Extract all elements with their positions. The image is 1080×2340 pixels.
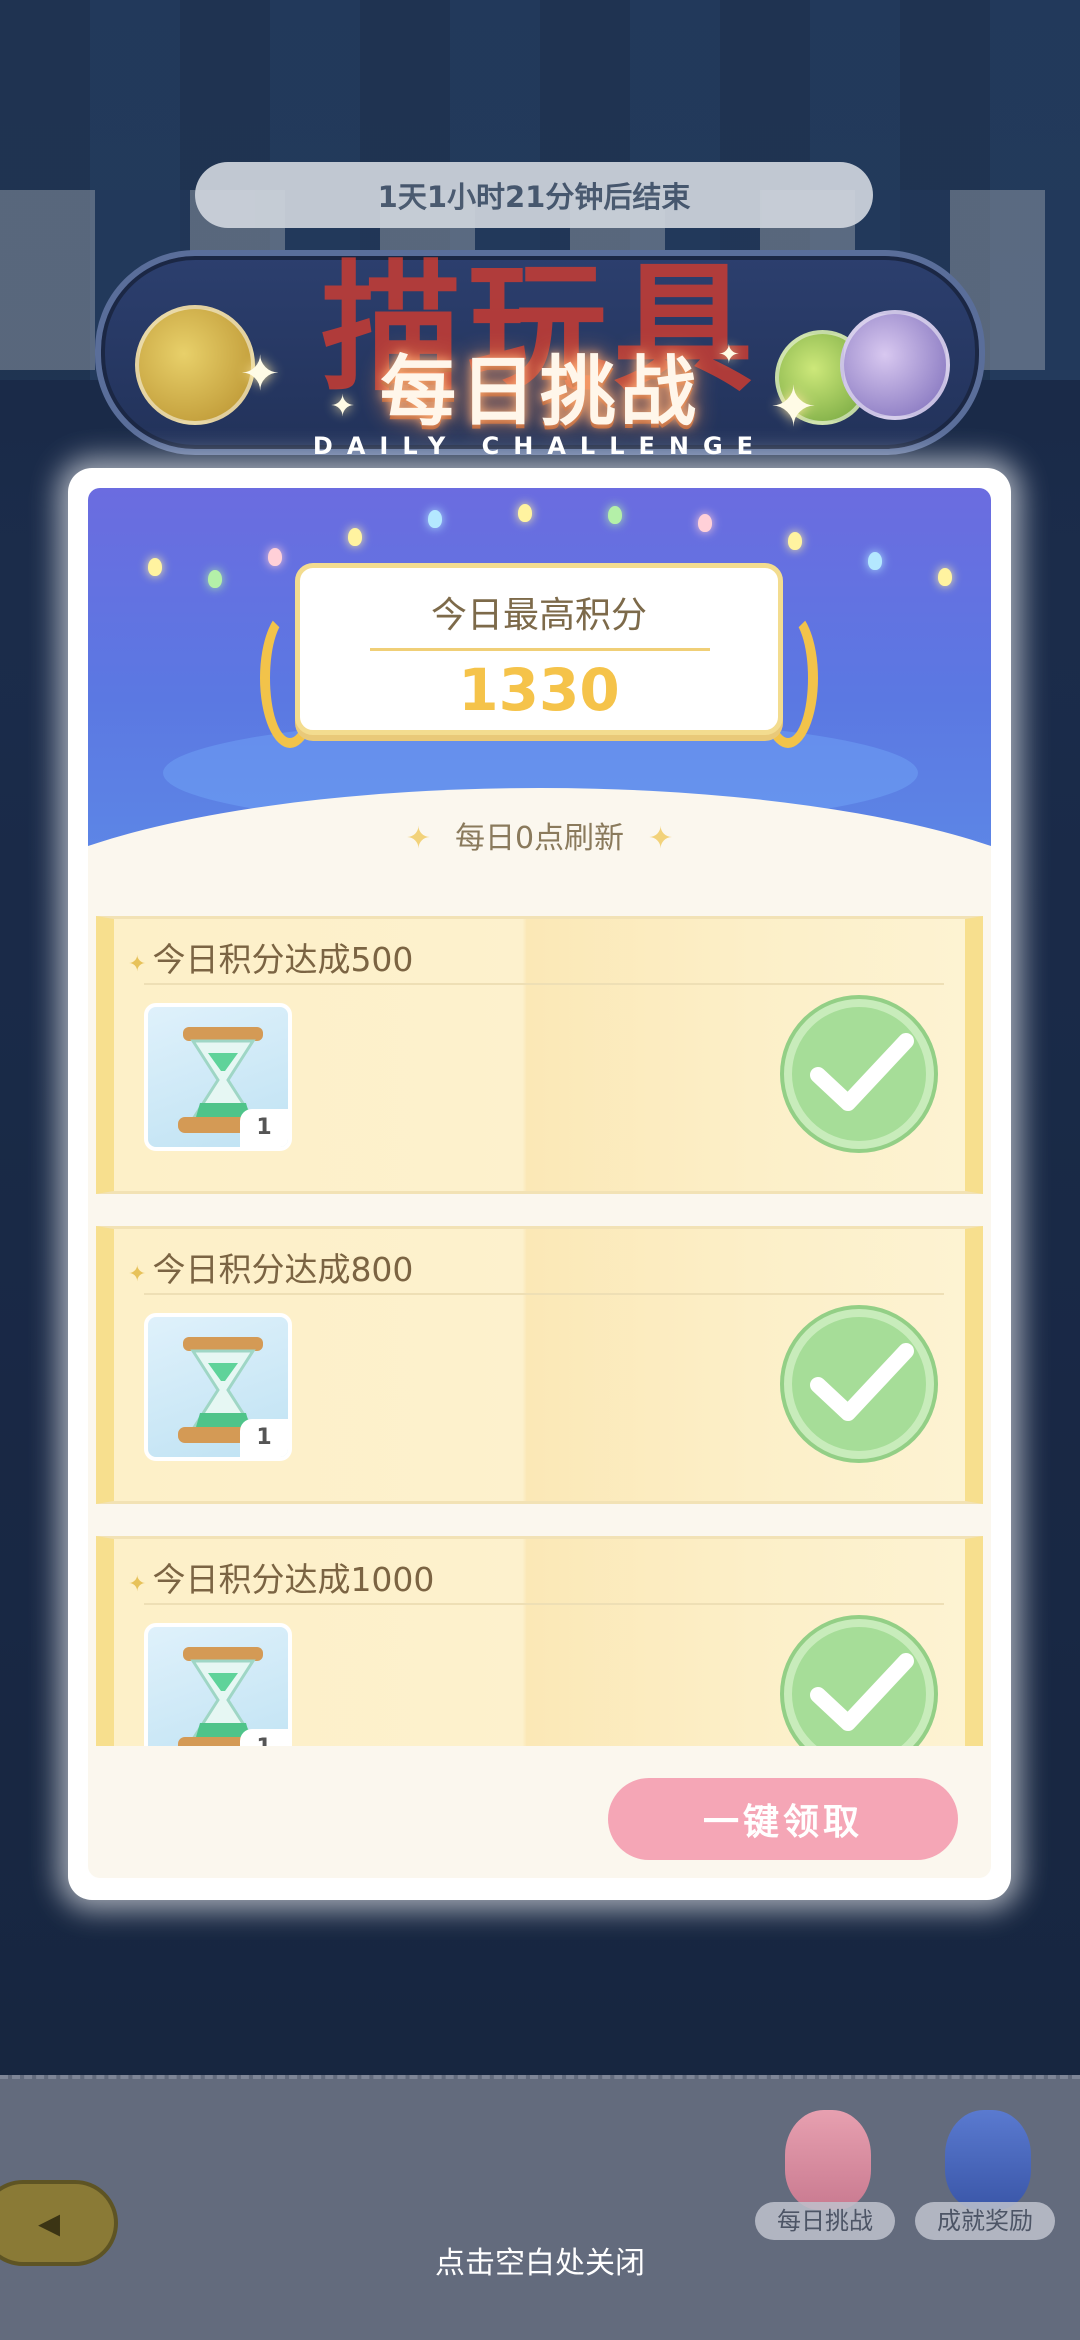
- string-light-icon: [428, 510, 442, 528]
- task-row: ✦今日积分达成1000 1: [96, 1536, 983, 1746]
- string-light-icon: [698, 514, 712, 532]
- completed-check-icon: [784, 999, 934, 1149]
- completed-check-icon: [784, 1619, 934, 1746]
- reward-item[interactable]: 1: [144, 1623, 292, 1746]
- page-title: 每日挑战: [380, 347, 700, 436]
- completed-check-icon: [784, 1309, 934, 1459]
- penguin-mascot-icon: [785, 2110, 871, 2210]
- task-divider: [144, 983, 944, 985]
- string-light-icon: [348, 528, 362, 546]
- refresh-note-text: 每日0点刷新: [454, 821, 625, 856]
- sparkle-icon: ✦: [128, 952, 147, 977]
- task-title: ✦ 今日积分达成500: [128, 933, 413, 981]
- page-subtitle: DAILY CHALLENGE: [312, 432, 768, 460]
- countdown-pill: 1天1小时21分钟后结束: [195, 162, 873, 228]
- string-light-icon: [938, 568, 952, 586]
- high-score-label: 今日最高积分: [430, 595, 647, 636]
- task-title-text: 今日积分达成1000: [152, 1560, 435, 1599]
- reward-item[interactable]: 1: [144, 1313, 292, 1461]
- penguin-king-icon: [945, 2110, 1031, 2210]
- high-score-value: 1330: [458, 656, 620, 724]
- string-light-icon: [868, 552, 882, 570]
- refresh-note: ✦ 每日0点刷新 ✦: [88, 813, 991, 857]
- reward-count: 1: [240, 1419, 288, 1457]
- string-light-icon: [518, 504, 532, 522]
- close-hint: 点击空白处关闭: [435, 2246, 645, 2281]
- string-light-icon: [788, 532, 802, 550]
- task-row: ✦ 今日积分达成500 1: [96, 916, 983, 1194]
- task-title: ✦ 今日积分达成1000: [128, 1553, 434, 1601]
- challenge-card-body: 今日最高积分 1330 ✦ 每日0点刷新 ✦ ✦ 今日积分达成500 1 ✦ 今…: [88, 488, 991, 1878]
- claim-all-button[interactable]: 一键领取: [608, 1778, 958, 1860]
- reward-item[interactable]: 1: [144, 1003, 292, 1151]
- task-row: ✦ 今日积分达成800 1: [96, 1226, 983, 1504]
- nav-daily-label: 每日挑战: [755, 2202, 895, 2240]
- mascot-orb-icon: [135, 305, 255, 425]
- sparkle-icon: ✦: [128, 1572, 147, 1597]
- score-divider: [370, 648, 710, 651]
- string-light-icon: [148, 558, 162, 576]
- mascot-orb-icon: [840, 310, 950, 420]
- task-divider: [144, 1293, 944, 1295]
- sparkle-icon: ✦: [648, 821, 674, 856]
- nav-achievements[interactable]: 成就奖励: [915, 2100, 1055, 2240]
- nav-daily-challenge[interactable]: 每日挑战: [755, 2100, 895, 2240]
- string-light-icon: [208, 570, 222, 588]
- task-divider: [144, 1603, 944, 1605]
- string-light-icon: [268, 548, 282, 566]
- sparkle-icon: ✦: [240, 346, 281, 402]
- task-title: ✦ 今日积分达成800: [128, 1243, 413, 1291]
- reward-count: 1: [240, 1729, 288, 1746]
- score-hero: 今日最高积分 1330: [88, 488, 991, 1088]
- task-title-text: 今日积分达成800: [152, 1250, 414, 1289]
- high-score-panel: 今日最高积分 1330: [295, 563, 783, 735]
- task-list[interactable]: ✦ 今日积分达成500 1 ✦ 今日积分达成800 1 ✦ 今日积分达成1000: [96, 916, 983, 1746]
- string-light-icon: [608, 506, 622, 524]
- task-title-text: 今日积分达成500: [152, 940, 414, 979]
- reward-count: 1: [240, 1109, 288, 1147]
- sparkle-icon: ✦: [405, 821, 431, 856]
- sparkle-icon: ✦: [128, 1262, 147, 1287]
- nav-achievements-label: 成就奖励: [915, 2202, 1055, 2240]
